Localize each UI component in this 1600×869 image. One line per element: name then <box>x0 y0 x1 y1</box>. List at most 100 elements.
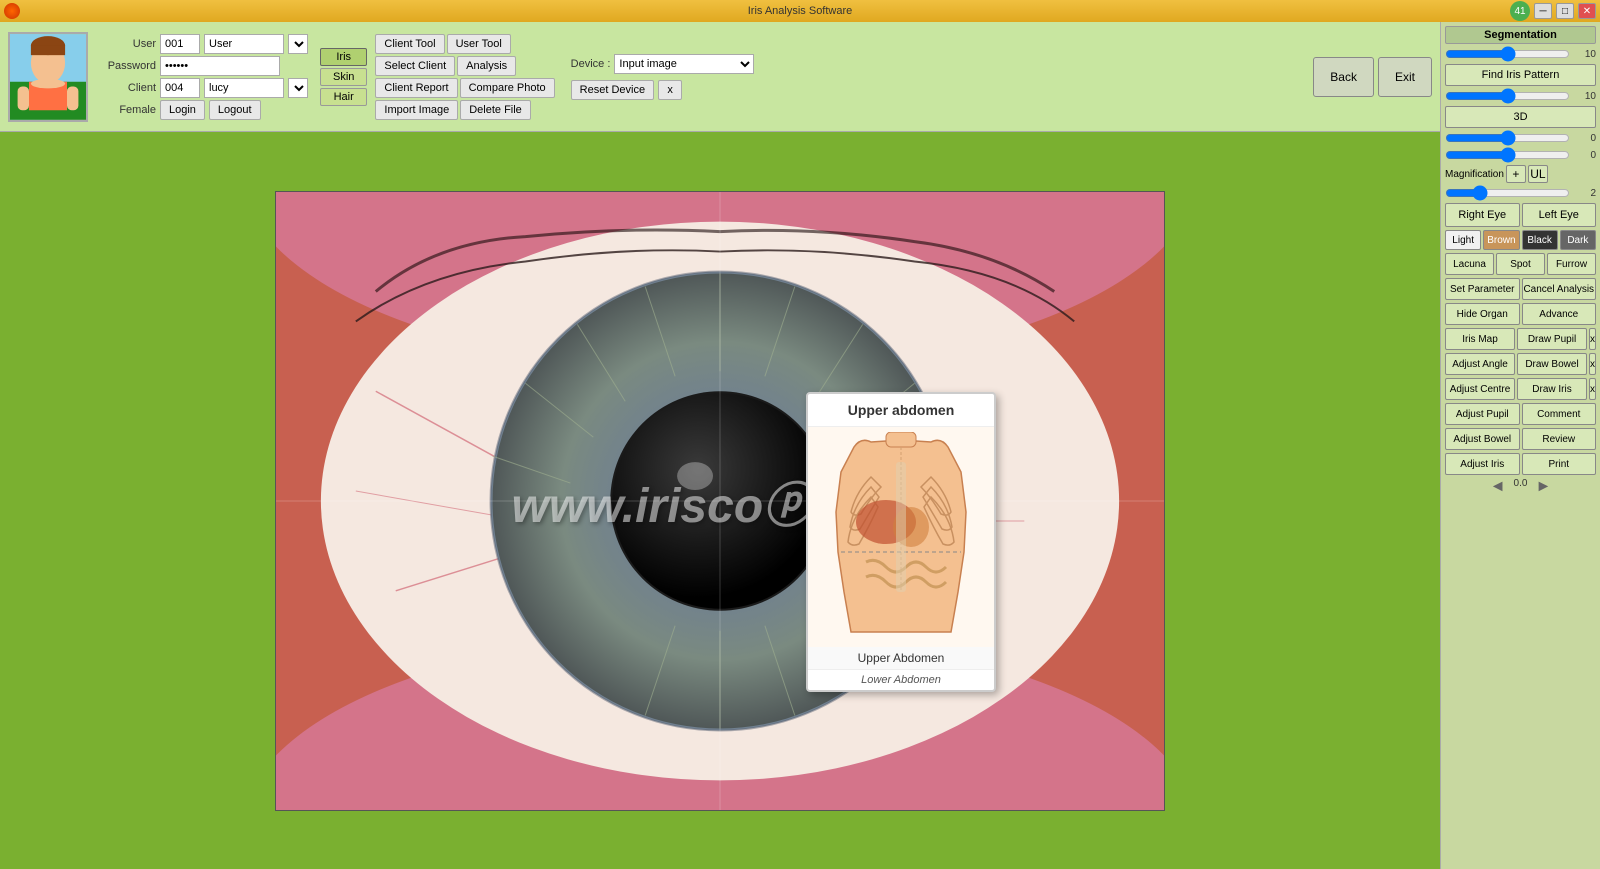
user-id-input[interactable] <box>160 34 200 54</box>
slider2-value: 10 <box>1572 91 1596 102</box>
adjust-iris-print-row: Adjust Iris Print <box>1445 453 1596 475</box>
password-row: Password <box>96 56 308 76</box>
adjust-pupil-button[interactable]: Adjust Pupil <box>1445 403 1520 425</box>
user-name-input[interactable] <box>204 34 284 54</box>
draw-iris-button[interactable]: Draw Iris <box>1517 378 1587 400</box>
slider2[interactable] <box>1445 89 1570 103</box>
brown-button[interactable]: Brown <box>1483 230 1519 250</box>
device-select[interactable]: Input image <box>614 54 754 74</box>
logout-button[interactable]: Logout <box>209 100 261 120</box>
iris-map-draw-pupil-row: Iris Map Draw Pupil x <box>1445 328 1596 350</box>
gender-row: Female Login Logout <box>96 100 308 120</box>
slider1-row: 10 <box>1445 47 1596 61</box>
title-bar-label: Iris Analysis Software <box>748 5 853 17</box>
password-input[interactable] <box>160 56 280 76</box>
scroll-left-arrow[interactable]: ◄ <box>1490 478 1506 496</box>
set-parameter-button[interactable]: Set Parameter <box>1445 278 1520 300</box>
client-name-input[interactable] <box>204 78 284 98</box>
iris-map-button[interactable]: Iris Map <box>1445 328 1515 350</box>
client-select[interactable] <box>288 78 308 98</box>
print-button[interactable]: Print <box>1522 453 1597 475</box>
scroll-value: 0.0 <box>1514 478 1528 496</box>
nav-buttons: Back Exit <box>1313 57 1432 97</box>
left-eye-button[interactable]: Left Eye <box>1522 203 1597 227</box>
user-label: User <box>96 38 156 50</box>
analysis-button[interactable]: Analysis <box>457 56 516 76</box>
action-buttons-group: Client Tool User Tool Select Client Anal… <box>375 34 554 120</box>
delete-file-button[interactable]: Delete File <box>460 100 531 120</box>
popup-footer: Lower Abdomen <box>808 669 994 690</box>
slider1-value: 10 <box>1572 49 1596 60</box>
skin-tab[interactable]: Skin <box>320 68 367 86</box>
furrow-button[interactable]: Furrow <box>1547 253 1596 275</box>
cancel-analysis-button[interactable]: Cancel Analysis <box>1522 278 1597 300</box>
mag-ul-button[interactable]: UL <box>1528 165 1548 183</box>
lacuna-button[interactable]: Lacuna <box>1445 253 1494 275</box>
draw-bowel-x-button[interactable]: x <box>1589 353 1596 375</box>
black-button[interactable]: Black <box>1522 230 1558 250</box>
form-fields: User Password Client Female L <box>96 34 308 120</box>
login-button[interactable]: Login <box>160 100 205 120</box>
slider3-row: 0 <box>1445 131 1596 145</box>
find-iris-pattern-button[interactable]: Find Iris Pattern <box>1445 64 1596 86</box>
user-select[interactable] <box>288 34 308 54</box>
x-button[interactable]: x <box>658 80 682 100</box>
compare-photo-button[interactable]: Compare Photo <box>460 78 555 98</box>
dark-button[interactable]: Dark <box>1560 230 1596 250</box>
maximize-button[interactable]: □ <box>1556 3 1574 19</box>
client-tool-button[interactable]: Client Tool <box>375 34 444 54</box>
draw-pupil-button[interactable]: Draw Pupil <box>1517 328 1587 350</box>
comment-button[interactable]: Comment <box>1522 403 1597 425</box>
select-client-button[interactable]: Select Client <box>375 56 455 76</box>
review-button[interactable]: Review <box>1522 428 1597 450</box>
right-panel: Segmentation 10 Find Iris Pattern 10 3D … <box>1440 22 1600 869</box>
device-row: Device : Input image <box>571 54 755 74</box>
eye-image: www.iriscoⓟe.org Upper abdomen <box>275 191 1165 811</box>
adjust-iris-button[interactable]: Adjust Iris <box>1445 453 1520 475</box>
popup-subtitle: Upper Abdomen <box>808 647 994 669</box>
action-row-4: Import Image Delete File <box>375 100 554 120</box>
mag-value: 2 <box>1572 188 1596 199</box>
slider4-row: 0 <box>1445 148 1596 162</box>
category-tabs: Iris Skin Hair <box>320 48 367 106</box>
light-button[interactable]: Light <box>1445 230 1481 250</box>
spot-button[interactable]: Spot <box>1496 253 1545 275</box>
iris-tab[interactable]: Iris <box>320 48 367 66</box>
draw-iris-x-button[interactable]: x <box>1589 378 1596 400</box>
mag-slider[interactable] <box>1445 186 1570 200</box>
reset-device-button[interactable]: Reset Device <box>571 80 654 100</box>
right-eye-button[interactable]: Right Eye <box>1445 203 1520 227</box>
advance-button[interactable]: Advance <box>1522 303 1597 325</box>
device-section: Device : Input image Reset Device x <box>571 54 755 100</box>
client-id-input[interactable] <box>160 78 200 98</box>
reset-row: Reset Device x <box>571 80 755 100</box>
draw-bowel-button[interactable]: Draw Bowel <box>1517 353 1587 375</box>
scroll-right-arrow[interactable]: ► <box>1535 478 1551 496</box>
import-image-button[interactable]: Import Image <box>375 100 458 120</box>
exit-button[interactable]: Exit <box>1378 57 1432 97</box>
user-tool-button[interactable]: User Tool <box>447 34 511 54</box>
mag-slider-row: 2 <box>1445 186 1596 200</box>
slider3[interactable] <box>1445 131 1570 145</box>
eye-side-row: Right Eye Left Eye <box>1445 203 1596 227</box>
slider4[interactable] <box>1445 148 1570 162</box>
slider1[interactable] <box>1445 47 1570 61</box>
draw-pupil-x-button[interactable]: x <box>1589 328 1596 350</box>
action-row-2: Select Client Analysis <box>375 56 554 76</box>
hide-organ-button[interactable]: Hide Organ <box>1445 303 1520 325</box>
adjust-bowel-button[interactable]: Adjust Bowel <box>1445 428 1520 450</box>
hair-tab[interactable]: Hair <box>320 88 367 106</box>
slider3-value: 0 <box>1572 133 1596 144</box>
back-button[interactable]: Back <box>1313 57 1374 97</box>
threed-button[interactable]: 3D <box>1445 106 1596 128</box>
password-label: Password <box>96 60 156 72</box>
client-report-button[interactable]: Client Report <box>375 78 457 98</box>
close-button[interactable]: ✕ <box>1578 3 1596 19</box>
user-photo <box>8 32 88 122</box>
app-icon <box>4 3 20 19</box>
mag-plus-button[interactable]: + <box>1506 165 1526 183</box>
eye-container: www.iriscoⓟe.org Upper abdomen <box>0 132 1440 869</box>
minimize-button[interactable]: ─ <box>1534 3 1552 19</box>
adjust-centre-button[interactable]: Adjust Centre <box>1445 378 1515 400</box>
adjust-angle-button[interactable]: Adjust Angle <box>1445 353 1515 375</box>
